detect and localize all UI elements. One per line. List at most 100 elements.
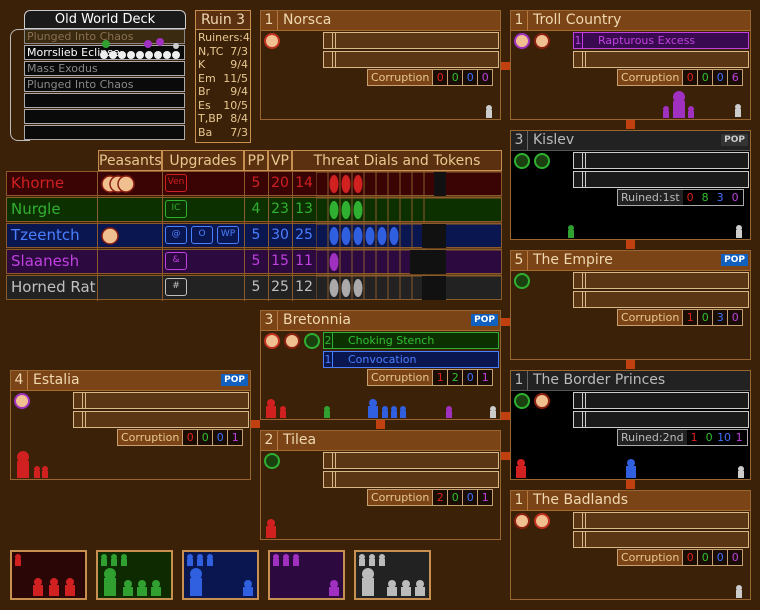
reserve-horned-rat[interactable] [354, 550, 431, 600]
region-name: Kislev [533, 132, 575, 148]
corruption-tracker: Corruption 0 0 0 0 [367, 69, 494, 86]
nurgle-token-icon [264, 453, 280, 469]
region-kislev[interactable]: 3 Kislev POP Ruined:1st 0 8 3 0 [510, 130, 751, 240]
region-pawns [266, 399, 496, 418]
deck-card[interactable]: Plunged Into Chaos [24, 77, 185, 92]
upgrade-icon[interactable]: O [191, 226, 213, 244]
vp-slaanesh: 15 [271, 253, 289, 269]
region-name: Bretonnia [283, 312, 351, 328]
khorne-reserve-figures [15, 554, 75, 596]
slaanesh-token-icon [14, 393, 30, 409]
peasant-token-icon [534, 393, 550, 409]
corruption-tracker: Corruption 0 0 0 6 [617, 69, 744, 86]
vp-khorne: 20 [271, 175, 289, 191]
threat-slaanesh: 11 [295, 253, 313, 269]
card-slot[interactable]: 1 Convocation [323, 351, 499, 368]
region-bretonnia[interactable]: 3 Bretonnia POP 2 Choking Stench 1 Convoca… [260, 310, 501, 420]
region-name: Norsca [283, 12, 332, 28]
power-name: Khorne [11, 174, 65, 192]
deck-card[interactable] [24, 125, 185, 140]
region-name: Estalia [33, 372, 80, 388]
corruption-tracker: Corruption 1 0 3 0 [617, 309, 744, 326]
peasant-token-icon [284, 333, 300, 349]
nurgle-token-icon [304, 333, 320, 349]
card-slot[interactable]: 1 Rapturous Excess [573, 32, 749, 49]
region-troll-country[interactable]: 1 Troll Country 1 Rapturous Excess Corrup… [510, 10, 751, 120]
region-tilea[interactable]: 2 Tilea Corruption 2 0 0 1 [260, 430, 501, 540]
power-name: Horned Rat [11, 278, 96, 296]
nurgle-token-icon [514, 393, 530, 409]
power-name: Nurgle [11, 200, 61, 218]
reserve-slaanesh[interactable] [268, 550, 345, 600]
pop-badge: POP [721, 254, 748, 266]
region-name: The Border Princes [533, 372, 666, 388]
region-name: The Empire [533, 252, 613, 268]
region-border-princes[interactable]: 1 The Border Princes Ruined:2nd 1 0 10 1 [510, 370, 751, 480]
threat-horned-rat: 12 [295, 279, 313, 295]
table-header-upgrades: Upgrades [162, 150, 244, 171]
upgrade-icon[interactable]: IC [165, 200, 187, 218]
pp-slaanesh: 5 [251, 253, 261, 269]
deck-card[interactable] [24, 93, 185, 108]
ruined-tracker: Ruined:1st 0 8 3 0 [617, 189, 744, 206]
khorne-token-icon [264, 33, 280, 49]
region-name: Tilea [283, 432, 317, 448]
khorne-figures [17, 451, 48, 478]
vp-nurgle: 23 [271, 201, 289, 217]
pawn-rat [736, 225, 742, 238]
slaanesh-reserve-figures [273, 554, 339, 596]
corruption-tracker: Corruption 2 0 0 1 [367, 489, 494, 506]
threat-tzeentch: 25 [295, 227, 313, 243]
table-header-threat: Threat Dials and Tokens [292, 150, 502, 171]
corruption-tracker: Corruption 1 2 0 1 [367, 369, 494, 386]
ruin-box: Ruin 3 Ruiners: 4 N,TC 7/3 K 9/4 Em 11/5 Br 9… [195, 10, 251, 143]
upgrade-icon[interactable]: & [165, 252, 187, 270]
nurgle-token-icon [514, 153, 530, 169]
deck-card[interactable]: Mass Exodus [24, 61, 185, 76]
reserve-nurgle[interactable] [96, 550, 173, 600]
tzeentch-reserve-figures [187, 554, 253, 596]
power-name: Tzeentch [11, 226, 80, 244]
reserve-khorne[interactable] [10, 550, 87, 600]
region-badlands[interactable]: 1 The Badlands Corruption 0 0 0 0 [510, 490, 751, 600]
peasant-token-icon [534, 33, 550, 49]
upgrade-icon[interactable]: # [165, 278, 187, 296]
threat-dials [316, 172, 502, 300]
slaanesh-figures [663, 91, 741, 118]
vp-horned-rat: 25 [271, 279, 289, 295]
pp-nurgle: 4 [251, 201, 261, 217]
pop-badge: POP [471, 314, 498, 326]
pop-badge: POP [221, 374, 248, 386]
ruined-tracker: Ruined:2nd 1 0 10 1 [617, 429, 748, 446]
region-name: Troll Country [533, 12, 622, 28]
deck-figures [100, 38, 180, 59]
pawn-rat [486, 105, 492, 118]
reserve-tzeentch[interactable] [182, 550, 259, 600]
deck-card[interactable] [24, 109, 185, 124]
region-the-empire[interactable]: 5 The Empire POP Corruption 1 0 3 0 [510, 250, 751, 360]
region-estalia[interactable]: 4 Estalia POP Corruption 0 0 0 1 [10, 370, 251, 480]
pawn-rat [736, 585, 742, 598]
table-header-pp: PP [244, 150, 268, 171]
nurgle-token-icon [514, 273, 530, 289]
pawn-khorne [266, 519, 276, 538]
threat-nurgle: 13 [295, 201, 313, 217]
upgrade-icon[interactable]: WP [217, 226, 239, 244]
pawn-nurgle [568, 225, 574, 238]
upgrade-icon[interactable]: Ven [165, 174, 187, 192]
corruption-tracker: Corruption 0 0 0 1 [117, 429, 244, 446]
region-name: The Badlands [533, 492, 629, 508]
nurgle-token-icon [534, 153, 550, 169]
upgrade-icon[interactable]: @ [165, 226, 187, 244]
pp-tzeentch: 5 [251, 227, 261, 243]
nurgle-reserve-figures [101, 554, 161, 596]
power-name: Slaanesh [11, 252, 80, 270]
deck-title: Old World Deck [24, 10, 186, 29]
peasant-tokens-khorne [101, 175, 135, 193]
card-slot[interactable]: 2 Choking Stench [323, 332, 499, 349]
peasant-token-icon [514, 513, 530, 529]
ruin-title: Ruin 3 [196, 11, 250, 30]
vp-tzeentch: 30 [271, 227, 289, 243]
region-norsca[interactable]: 1 Norsca Corruption 0 0 0 0 [260, 10, 501, 120]
peasant-token-tzeentch [101, 227, 119, 245]
